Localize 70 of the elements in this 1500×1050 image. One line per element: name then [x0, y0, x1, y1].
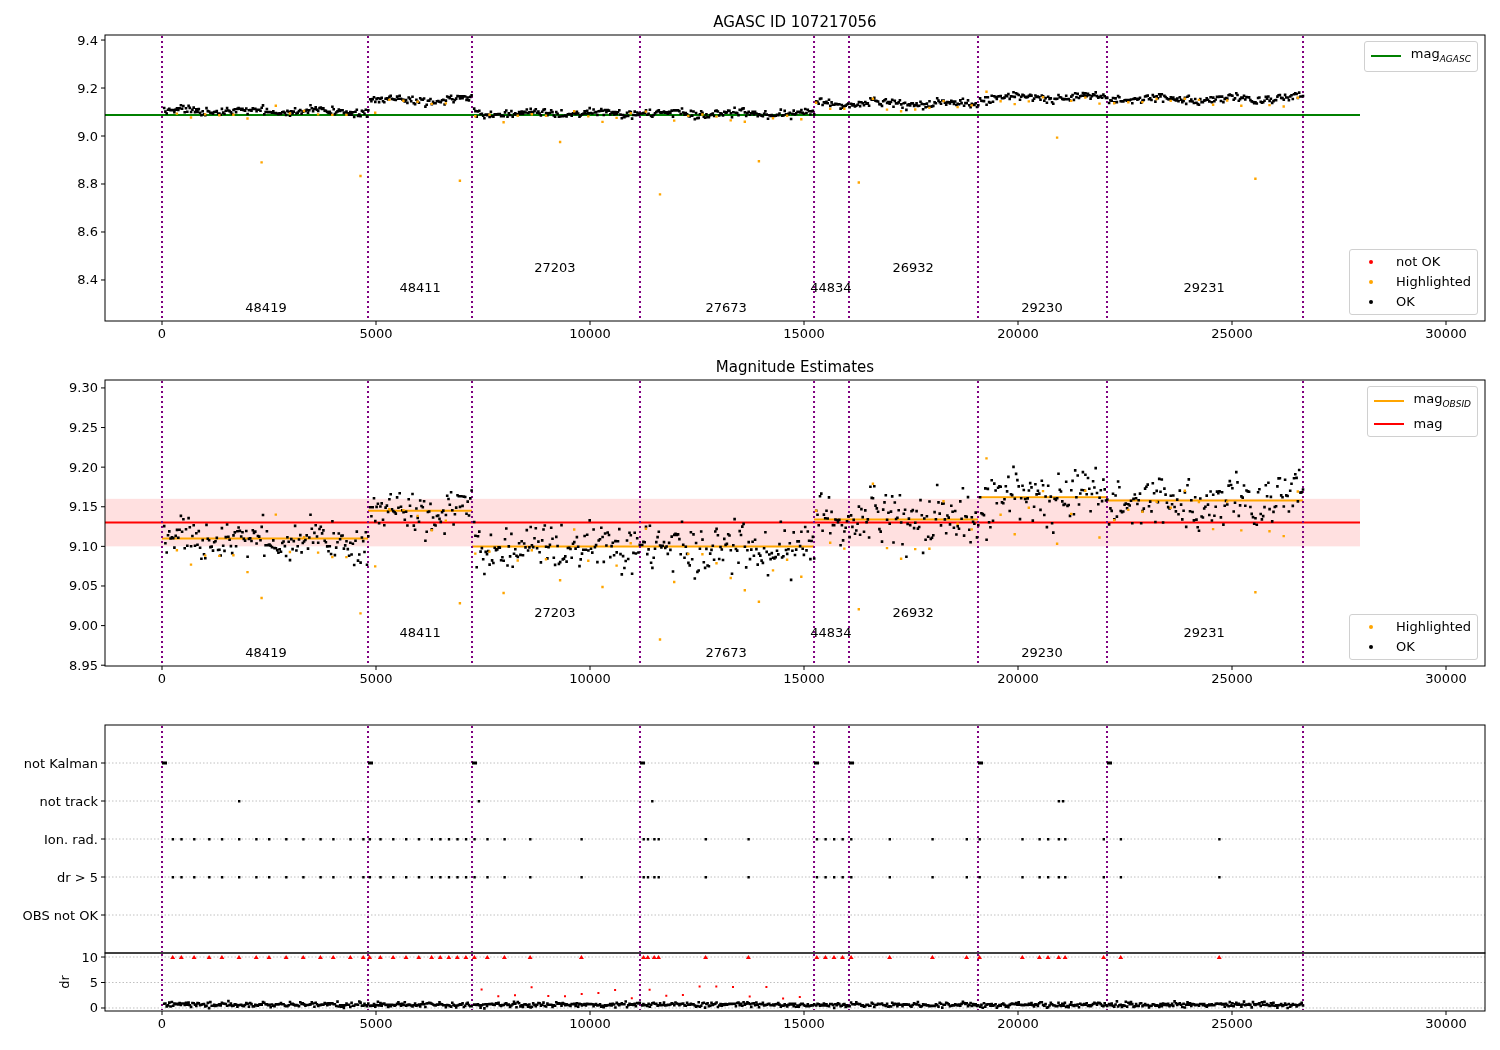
tick-label: 25000 [1211, 1016, 1253, 1031]
tick-label: 0 [89, 1000, 98, 1016]
obsid-label: 48411 [399, 280, 441, 295]
tick-label: 25000 [1211, 326, 1253, 341]
tick-label: 8.6 [77, 224, 98, 240]
obsid-label: 29230 [1021, 645, 1063, 660]
obsid-label: 27203 [534, 605, 576, 620]
tick-label: 10000 [569, 671, 611, 686]
tick-label: 10 [81, 949, 98, 965]
tick-label: 9.25 [69, 420, 98, 436]
category-label: Ion. rad. [44, 831, 98, 847]
obsid-label: 44834 [810, 625, 852, 640]
obsid-label: 29231 [1183, 280, 1225, 295]
tick-label: 9.2 [77, 80, 98, 96]
tick-label: 15000 [783, 671, 825, 686]
legend-label: OK [1396, 293, 1415, 311]
tick-label: 9.10 [69, 538, 98, 554]
tick-label: 10000 [569, 326, 611, 341]
tick-label: 0 [157, 1016, 167, 1031]
tick-label: 8.95 [69, 657, 98, 673]
tick-label: 9.0 [77, 128, 98, 144]
tick-label: 20000 [997, 326, 1039, 341]
obsid-label: 44834 [810, 280, 852, 295]
tick-label: 9.15 [69, 499, 98, 515]
category-label: OBS not OK [22, 907, 98, 923]
category-label: not Kalman [23, 755, 98, 771]
legend-label: OK [1396, 638, 1415, 656]
obsid-label: 48411 [399, 625, 441, 640]
tick-label: 0 [157, 326, 167, 341]
tick-label: 5000 [359, 1016, 393, 1031]
legend-label: mag [1413, 414, 1443, 433]
tick-label: 9.30 [69, 380, 98, 396]
obsid-label: 48419 [245, 645, 287, 660]
obsid-label: 48419 [245, 300, 287, 315]
chart-title: Magnitude Estimates [715, 358, 875, 376]
category-label: not track [39, 793, 98, 809]
tick-label: 20000 [997, 671, 1039, 686]
obsid-label: 27203 [534, 260, 576, 275]
tick-label: 8.8 [77, 176, 98, 192]
tick-label: 9.20 [69, 459, 98, 475]
legend-label: Highlighted [1396, 618, 1471, 636]
category-label: dr > 5 [56, 869, 98, 885]
legend-label: Highlighted [1396, 273, 1471, 291]
tick-label: 8.4 [77, 272, 98, 288]
axis-label: dr [57, 975, 72, 989]
legend-label: mag$_{AGASC}$ [1410, 45, 1471, 66]
tick-label: 9.00 [69, 618, 98, 634]
obsid-label: 29231 [1183, 625, 1225, 640]
tick-label: 15000 [783, 1016, 825, 1031]
tick-label: 20000 [997, 1016, 1039, 1031]
tick-label: 10000 [569, 1016, 611, 1031]
obsid-label: 27673 [705, 300, 747, 315]
tick-label: 15000 [783, 326, 825, 341]
tick-label: 5000 [359, 326, 393, 341]
tick-label: 0 [157, 671, 167, 686]
tick-label: 9.05 [69, 578, 98, 594]
chart-title: AGASC ID 107217056 [713, 13, 877, 31]
obsid-label: 26932 [892, 605, 934, 620]
obsid-label: 29230 [1021, 300, 1063, 315]
legend-label: mag$_{OBSID}$ [1413, 390, 1471, 411]
obsid-label: 27673 [705, 645, 747, 660]
tick-label: 5000 [359, 671, 393, 686]
legend-label: not OK [1396, 253, 1441, 271]
tick-label: 30000 [1425, 1016, 1467, 1031]
tick-label: 5 [89, 975, 98, 990]
obsid-label: 26932 [892, 260, 934, 275]
tick-label: 30000 [1425, 671, 1467, 686]
tick-label: 25000 [1211, 671, 1253, 686]
tick-label: 9.4 [77, 32, 98, 48]
tick-label: 30000 [1425, 326, 1467, 341]
